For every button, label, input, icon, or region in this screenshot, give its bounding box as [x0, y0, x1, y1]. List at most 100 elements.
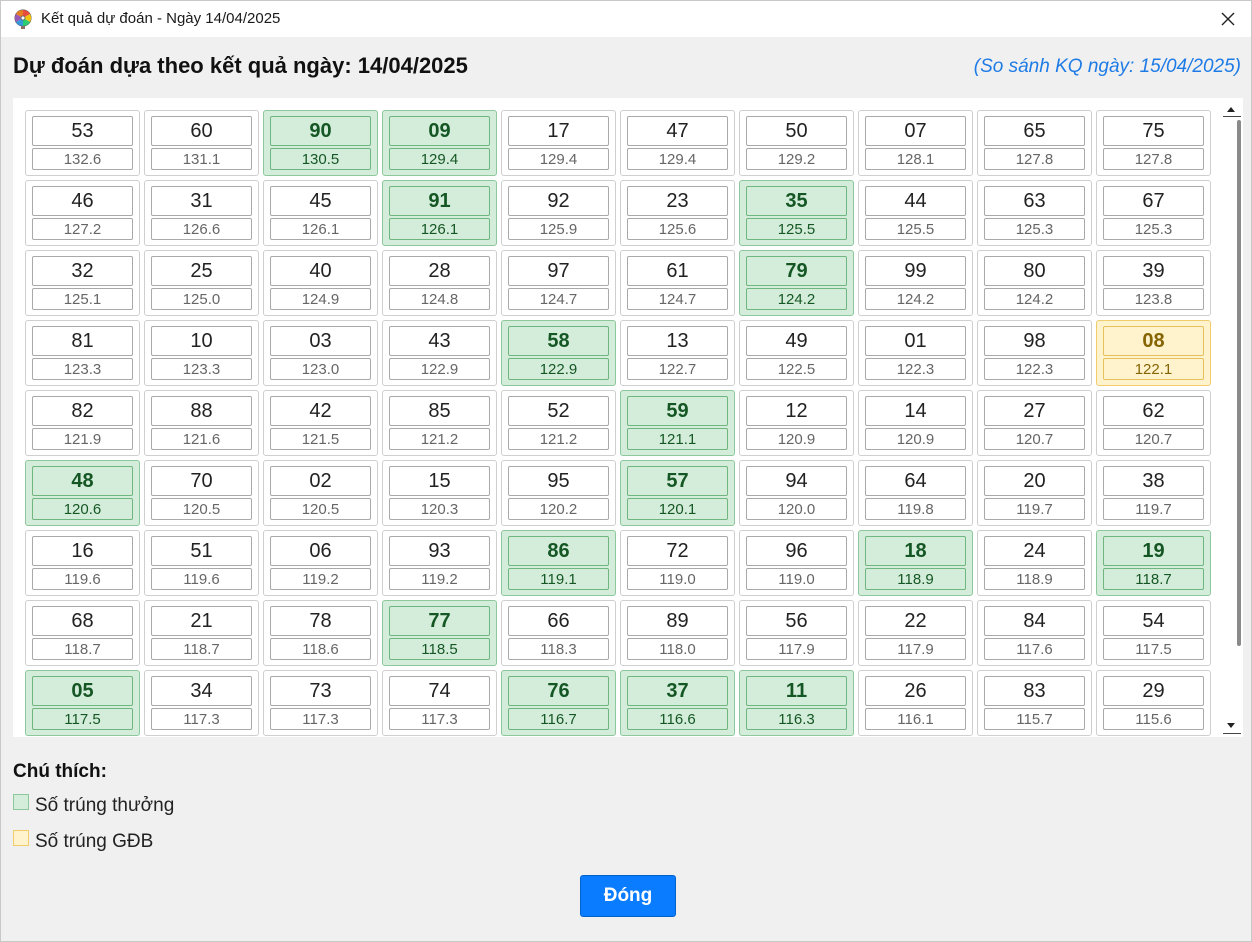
prediction-cell: 19 118.7 — [1096, 530, 1211, 596]
prediction-score: 124.7 — [627, 288, 728, 310]
predicted-number: 02 — [270, 466, 371, 496]
prediction-score: 123.8 — [1103, 288, 1204, 310]
prediction-score: 124.7 — [508, 288, 609, 310]
prediction-score: 122.7 — [627, 358, 728, 380]
predicted-number: 29 — [1103, 676, 1204, 706]
prediction-cell: 23 125.6 — [620, 180, 735, 246]
prediction-cell: 21 118.7 — [144, 600, 259, 666]
prediction-cell: 70 120.5 — [144, 460, 259, 526]
title-bar: Kết quả dự đoán - Ngày 14/04/2025 — [1, 1, 1251, 37]
prediction-cell: 15 120.3 — [382, 460, 497, 526]
prediction-cell: 07 128.1 — [858, 110, 973, 176]
prediction-cell: 82 121.9 — [25, 390, 140, 456]
prediction-cell: 95 120.2 — [501, 460, 616, 526]
prediction-cell: 76 116.7 — [501, 670, 616, 736]
predicted-number: 12 — [746, 396, 847, 426]
predicted-number: 28 — [389, 256, 490, 286]
prediction-score: 119.7 — [1103, 498, 1204, 520]
predicted-number: 09 — [389, 116, 490, 146]
prediction-score: 121.1 — [627, 428, 728, 450]
prediction-score: 118.9 — [865, 568, 966, 590]
scrollbar-top-edge — [1223, 116, 1241, 117]
prediction-cell: 72 119.0 — [620, 530, 735, 596]
predicted-number: 35 — [746, 186, 847, 216]
prediction-score: 124.9 — [270, 288, 371, 310]
predicted-number: 25 — [151, 256, 252, 286]
scroll-down-arrow-icon[interactable] — [1223, 717, 1239, 733]
prediction-cell: 37 116.6 — [620, 670, 735, 736]
prediction-cell: 25 125.0 — [144, 250, 259, 316]
prediction-score: 125.3 — [984, 218, 1085, 240]
prediction-score: 122.9 — [389, 358, 490, 380]
prediction-score: 118.3 — [508, 638, 609, 660]
prediction-cell: 50 129.2 — [739, 110, 854, 176]
predicted-number: 52 — [508, 396, 609, 426]
predicted-number: 40 — [270, 256, 371, 286]
scrollbar-bottom-edge — [1223, 733, 1241, 734]
prediction-score: 122.9 — [508, 358, 609, 380]
prediction-cell: 98 122.3 — [977, 320, 1092, 386]
prediction-cell: 40 124.9 — [263, 250, 378, 316]
prediction-cell: 90 130.5 — [263, 110, 378, 176]
predicted-number: 01 — [865, 326, 966, 356]
prediction-cell: 38 119.7 — [1096, 460, 1211, 526]
close-button[interactable]: Đóng — [580, 875, 676, 917]
scroll-track[interactable] — [1221, 120, 1241, 715]
prediction-score: 120.5 — [151, 498, 252, 520]
prediction-score: 117.6 — [984, 638, 1085, 660]
prediction-score: 125.6 — [627, 218, 728, 240]
predicted-number: 47 — [627, 116, 728, 146]
prediction-score: 119.2 — [270, 568, 371, 590]
predicted-number: 78 — [270, 606, 371, 636]
window-close-button[interactable] — [1205, 1, 1251, 37]
prediction-cell: 54 117.5 — [1096, 600, 1211, 666]
predicted-number: 77 — [389, 606, 490, 636]
prediction-cell: 97 124.7 — [501, 250, 616, 316]
prediction-score: 120.0 — [746, 498, 847, 520]
legend-jackpot-swatch — [13, 830, 29, 846]
prediction-cell: 53 132.6 — [25, 110, 140, 176]
prediction-score: 123.0 — [270, 358, 371, 380]
predicted-number: 18 — [865, 536, 966, 566]
prediction-score: 117.5 — [32, 708, 133, 730]
predicted-number: 27 — [984, 396, 1085, 426]
prediction-score: 117.9 — [746, 638, 847, 660]
compare-date-label: (So sánh KQ ngày: 15/04/2025) — [973, 56, 1241, 77]
prediction-cell: 24 118.9 — [977, 530, 1092, 596]
prediction-score: 122.1 — [1103, 358, 1204, 380]
prediction-score: 124.8 — [389, 288, 490, 310]
predicted-number: 79 — [746, 256, 847, 286]
prediction-cell: 26 116.1 — [858, 670, 973, 736]
predicted-number: 57 — [627, 466, 728, 496]
predicted-number: 15 — [389, 466, 490, 496]
close-icon — [1221, 12, 1235, 26]
predicted-number: 05 — [32, 676, 133, 706]
prediction-cell: 83 115.7 — [977, 670, 1092, 736]
prediction-score: 121.9 — [32, 428, 133, 450]
prediction-cell: 99 124.2 — [858, 250, 973, 316]
scroll-thumb[interactable] — [1237, 120, 1241, 646]
prediction-score: 129.4 — [389, 148, 490, 170]
predicted-number: 38 — [1103, 466, 1204, 496]
predicted-number: 62 — [1103, 396, 1204, 426]
prediction-score: 124.2 — [984, 288, 1085, 310]
predicted-number: 81 — [32, 326, 133, 356]
prediction-score: 119.7 — [984, 498, 1085, 520]
prediction-score: 119.6 — [32, 568, 133, 590]
predicted-number: 34 — [151, 676, 252, 706]
prediction-score: 125.3 — [1103, 218, 1204, 240]
predicted-number: 83 — [984, 676, 1085, 706]
prediction-cell: 77 118.5 — [382, 600, 497, 666]
predicted-number: 26 — [865, 676, 966, 706]
legend-win-label: Số trúng thưởng — [35, 795, 175, 816]
vertical-scrollbar[interactable] — [1219, 98, 1243, 737]
prediction-score: 121.6 — [151, 428, 252, 450]
prediction-cell: 16 119.6 — [25, 530, 140, 596]
predicted-number: 58 — [508, 326, 609, 356]
prediction-score: 119.0 — [746, 568, 847, 590]
prediction-cell: 45 126.1 — [263, 180, 378, 246]
prediction-cell: 22 117.9 — [858, 600, 973, 666]
prediction-cell: 65 127.8 — [977, 110, 1092, 176]
prediction-cell: 91 126.1 — [382, 180, 497, 246]
prediction-cell: 05 117.5 — [25, 670, 140, 736]
